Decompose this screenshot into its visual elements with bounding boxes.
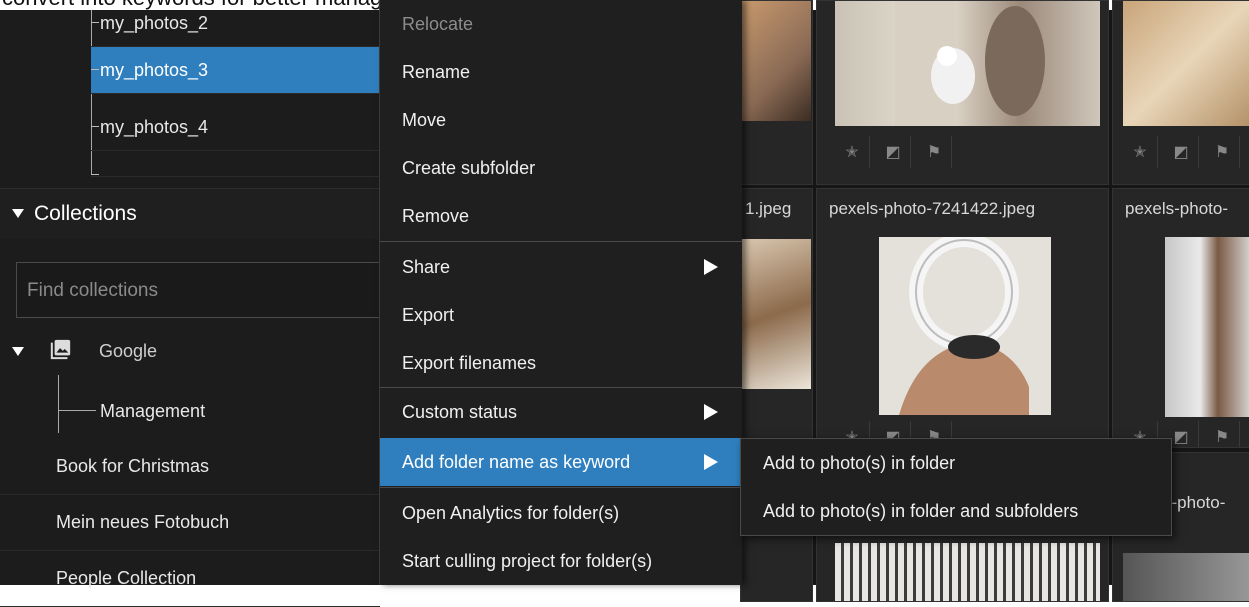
find-collections-input[interactable]: Find collections <box>16 262 396 318</box>
photo-filename: s-photo- <box>1163 493 1226 512</box>
expand-triangle-icon[interactable] <box>12 209 24 218</box>
photo-thumbnail[interactable] <box>1123 1 1249 126</box>
flag-icon[interactable]: ⚑ <box>1205 136 1240 168</box>
collections-header[interactable]: Collections <box>0 188 380 239</box>
menu-item-custom-status[interactable]: Custom status <box>380 388 742 436</box>
tree-tick <box>91 174 99 175</box>
photo-filename: pexels-photo- <box>1125 199 1229 218</box>
menu-item-export-filenames[interactable]: Export filenames <box>380 339 742 387</box>
collection-label: People Collection <box>56 568 197 588</box>
photo-thumbnail[interactable] <box>835 1 1100 126</box>
collections-title: Collections <box>34 202 137 225</box>
color-label-icon[interactable]: ◩ <box>876 136 911 168</box>
photo-thumbnail[interactable] <box>835 543 1100 601</box>
photo-tools: ✭ ◩ ⚑ <box>1123 136 1240 168</box>
photo-cell[interactable]: ✭ ◩ ⚑ <box>1112 0 1249 185</box>
library-panel: my_photos_2 my_photos_3 my_photos_4 my_p… <box>0 10 396 607</box>
menu-item-start-culling[interactable]: Start culling project for folder(s) <box>380 537 742 585</box>
submenu-arrow-icon <box>704 454 718 470</box>
photo-tools: ✭ ◩ ⚑ <box>835 136 952 168</box>
menu-item-share[interactable]: Share <box>380 243 742 291</box>
menu-item-create-subfolder[interactable]: Create subfolder <box>380 144 742 192</box>
collection-item[interactable]: Book for Christmas <box>0 439 380 495</box>
folder-item-selected[interactable]: my_photos_3 <box>91 47 380 94</box>
photo-content <box>879 237 1051 415</box>
menu-item-open-analytics[interactable]: Open Analytics for folder(s) <box>380 489 742 537</box>
menu-item-relocate[interactable]: Relocate <box>380 0 742 48</box>
photo-content <box>895 1 1045 126</box>
photo-thumbnail[interactable] <box>741 1 811 121</box>
flag-icon[interactable]: ⚑ <box>1205 421 1240 447</box>
expand-triangle-icon[interactable] <box>12 347 24 356</box>
tree-line <box>58 375 59 433</box>
folder-label: my_photos_2 <box>100 13 209 33</box>
photo-thumbnail[interactable] <box>1123 553 1249 601</box>
photo-thumbnail[interactable] <box>879 237 1051 415</box>
photo-cell[interactable] <box>740 0 813 185</box>
photo-album-icon <box>50 339 71 360</box>
flag-icon[interactable]: ⚑ <box>917 136 952 168</box>
reject-star-icon[interactable]: ✭ <box>835 136 870 168</box>
photo-cell[interactable]: pexels-photo-7241422.jpeg ✭ ◩ ⚑ <box>816 188 1109 448</box>
menu-item-add-folder-name-as-keyword[interactable]: Add folder name as keyword <box>380 438 742 486</box>
submenu-item-add-to-folder[interactable]: Add to photo(s) in folder <box>763 439 955 487</box>
photo-filename: pexels-photo-7241422.jpeg <box>829 199 1036 218</box>
menu-item-export[interactable]: Export <box>380 291 742 339</box>
collection-label: Mein neues Fotobuch <box>56 512 230 532</box>
color-label-icon[interactable]: ◩ <box>1164 136 1199 168</box>
folder-item[interactable]: my_photos_5 <box>91 152 380 177</box>
tree-tick <box>91 126 99 127</box>
tree-line <box>58 410 96 411</box>
submenu-arrow-icon <box>704 404 718 420</box>
collection-label: Book for Christmas <box>56 456 210 476</box>
photo-cell[interactable]: pexels-photo- ✭ ◩ ⚑ <box>1112 188 1249 448</box>
menu-item-move[interactable]: Move <box>380 96 742 144</box>
collection-item[interactable]: People Collection <box>0 551 380 607</box>
submenu-item-add-to-folder-and-subfolders[interactable]: Add to photo(s) in folder and subfolders <box>763 487 1078 535</box>
collection-group-google[interactable]: Google <box>0 328 380 374</box>
folder-label: my_photos_4 <box>100 117 209 137</box>
photo-thumbnail[interactable] <box>1165 237 1249 417</box>
collection-item-management[interactable]: Management <box>100 388 205 434</box>
photo-thumbnail[interactable] <box>741 239 811 389</box>
tree-tick <box>91 22 99 23</box>
keyword-submenu: Add to photo(s) in folder Add to photo(s… <box>740 438 1172 536</box>
collection-group-label: Google <box>99 341 158 361</box>
collection-item[interactable]: Mein neues Fotobuch <box>0 495 380 551</box>
reject-star-icon[interactable]: ✭ <box>1123 136 1158 168</box>
menu-item-rename[interactable]: Rename <box>380 48 742 96</box>
folder-item[interactable]: my_photos_2 <box>91 0 380 47</box>
photo-filename: 1.jpeg <box>745 199 792 218</box>
photo-cell[interactable]: 1.jpeg <box>740 188 813 448</box>
menu-separator <box>380 241 742 242</box>
folder-label: my_photos_5 <box>100 162 208 176</box>
menu-separator <box>380 487 742 488</box>
folder-label: my_photos_3 <box>100 60 209 80</box>
photo-cell[interactable]: ✭ ◩ ⚑ <box>816 0 1109 185</box>
menu-item-remove[interactable]: Remove <box>380 192 742 240</box>
submenu-arrow-icon <box>704 259 718 275</box>
folder-context-menu: Relocate Rename Move Create subfolder Re… <box>379 0 742 585</box>
folder-item[interactable]: my_photos_4 <box>91 104 380 151</box>
tree-tick <box>91 69 99 70</box>
